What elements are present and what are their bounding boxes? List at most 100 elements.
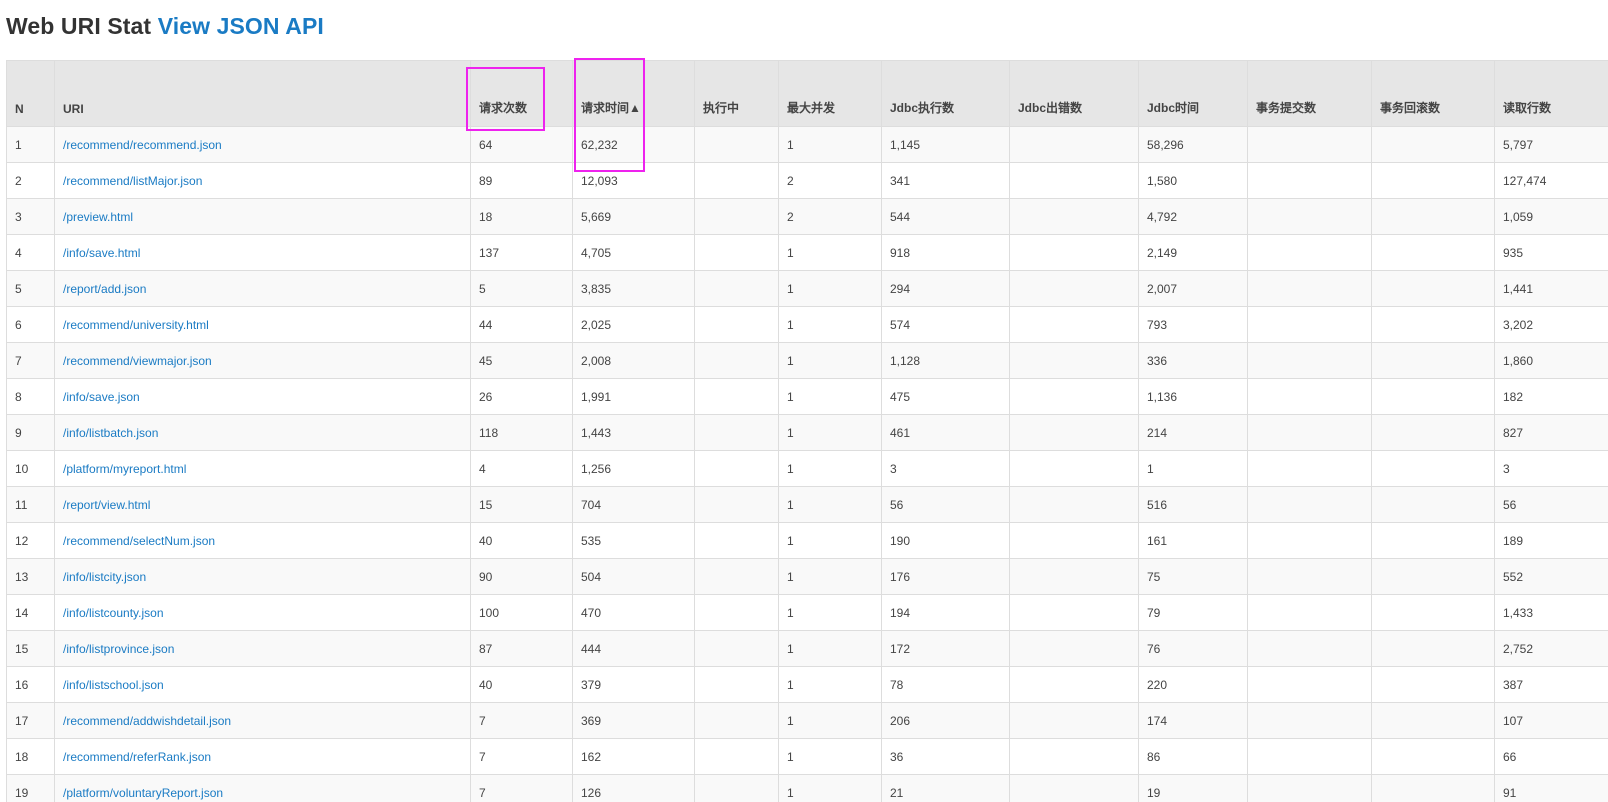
cell-read-row-count: 1,433 xyxy=(1494,594,1608,631)
cell-n: 19 xyxy=(6,774,55,802)
uri-link[interactable]: /recommend/referRank.json xyxy=(63,750,211,764)
uri-link[interactable]: /info/listcity.json xyxy=(63,570,146,584)
cell-read-row-count: 1,059 xyxy=(1494,198,1608,235)
cell-jdbc-error-count xyxy=(1009,378,1139,415)
uri-link[interactable]: /preview.html xyxy=(63,210,133,224)
cell-tx-rollback-count xyxy=(1371,774,1495,802)
cell-jdbc-error-count xyxy=(1009,342,1139,379)
uri-link[interactable]: /recommend/listMajor.json xyxy=(63,174,202,188)
uri-link[interactable]: /info/listschool.json xyxy=(63,678,164,692)
table-row: 19/platform/voluntaryReport.json 7 126 1 21 1… xyxy=(6,774,1608,802)
cell-jdbc-error-count xyxy=(1009,594,1139,631)
cell-request-count: 90 xyxy=(470,558,573,595)
column-header-tx-commit-count[interactable]: 事务提交数 xyxy=(1247,60,1372,127)
cell-request-time: 2,025 xyxy=(572,306,695,343)
table-row: 4/info/save.html 137 4,705 1 918 2,149 935 xyxy=(6,234,1608,271)
cell-executing xyxy=(694,342,779,379)
cell-read-row-count: 1,860 xyxy=(1494,342,1608,379)
cell-max-concurrent: 1 xyxy=(778,738,882,775)
column-header-jdbc-exec-count[interactable]: Jdbc执行数 xyxy=(881,60,1010,127)
cell-uri: /info/save.json xyxy=(54,378,471,415)
cell-jdbc-error-count xyxy=(1009,666,1139,703)
cell-max-concurrent: 1 xyxy=(778,270,882,307)
column-header-uri[interactable]: URI xyxy=(54,60,471,127)
uri-link[interactable]: /report/view.html xyxy=(63,498,150,512)
uri-link[interactable]: /info/save.json xyxy=(63,390,140,404)
page: Web URI Stat View JSON API N URI 请求次数 请求时间▲… xyxy=(0,0,1608,802)
cell-n: 18 xyxy=(6,738,55,775)
cell-read-row-count: 5,797 xyxy=(1494,126,1608,163)
cell-request-count: 100 xyxy=(470,594,573,631)
cell-jdbc-exec-count: 21 xyxy=(881,774,1010,802)
cell-jdbc-exec-count: 574 xyxy=(881,306,1010,343)
cell-n: 14 xyxy=(6,594,55,631)
uri-stat-table-wrap: N URI 请求次数 请求时间▲ 执行中 最大并发 Jdbc执行数 Jdbc出错数 Jdbc时间… xyxy=(6,60,1608,802)
uri-link[interactable]: /info/listbatch.json xyxy=(63,426,158,440)
uri-link[interactable]: /platform/voluntaryReport.json xyxy=(63,786,223,800)
uri-link[interactable]: /info/save.html xyxy=(63,246,140,260)
cell-tx-rollback-count xyxy=(1371,342,1495,379)
cell-tx-commit-count xyxy=(1247,126,1372,163)
table-row: 13/info/listcity.json 90 504 1 176 75 552 xyxy=(6,558,1608,595)
table-row: 1/recommend/recommend.json 64 62,232 1 1,145… xyxy=(6,126,1608,163)
cell-executing xyxy=(694,306,779,343)
cell-read-row-count: 827 xyxy=(1494,414,1608,451)
table-row: 3/preview.html 18 5,669 2 544 4,792 1,059 xyxy=(6,198,1608,235)
cell-max-concurrent: 1 xyxy=(778,450,882,487)
cell-request-time: 2,008 xyxy=(572,342,695,379)
cell-executing xyxy=(694,198,779,235)
cell-max-concurrent: 1 xyxy=(778,126,882,163)
column-header-request-count[interactable]: 请求次数 xyxy=(470,60,573,127)
column-header-request-time[interactable]: 请求时间▲ xyxy=(572,60,695,127)
cell-tx-commit-count xyxy=(1247,738,1372,775)
cell-jdbc-time: 1,580 xyxy=(1138,162,1248,199)
cell-jdbc-exec-count: 3 xyxy=(881,450,1010,487)
cell-jdbc-error-count xyxy=(1009,234,1139,271)
cell-read-row-count: 91 xyxy=(1494,774,1608,802)
uri-link[interactable]: /recommend/selectNum.json xyxy=(63,534,215,548)
column-header-n[interactable]: N xyxy=(6,60,55,127)
cell-max-concurrent: 1 xyxy=(778,666,882,703)
cell-request-time: 369 xyxy=(572,702,695,739)
cell-request-count: 89 xyxy=(470,162,573,199)
cell-tx-rollback-count xyxy=(1371,630,1495,667)
cell-request-count: 137 xyxy=(470,234,573,271)
cell-request-time: 504 xyxy=(572,558,695,595)
uri-link[interactable]: /recommend/university.html xyxy=(63,318,209,332)
column-header-tx-rollback-count[interactable]: 事务回滚数 xyxy=(1371,60,1495,127)
cell-jdbc-time: 174 xyxy=(1138,702,1248,739)
uri-link[interactable]: /info/listprovince.json xyxy=(63,642,174,656)
cell-max-concurrent: 1 xyxy=(778,702,882,739)
cell-request-count: 45 xyxy=(470,342,573,379)
cell-jdbc-error-count xyxy=(1009,306,1139,343)
cell-max-concurrent: 1 xyxy=(778,522,882,559)
cell-tx-commit-count xyxy=(1247,486,1372,523)
view-json-api-link[interactable]: View JSON API xyxy=(158,13,324,39)
cell-max-concurrent: 1 xyxy=(778,558,882,595)
column-header-max-concurrent[interactable]: 最大并发 xyxy=(778,60,882,127)
cell-jdbc-time: 1,136 xyxy=(1138,378,1248,415)
uri-link[interactable]: /info/listcounty.json xyxy=(63,606,164,620)
cell-uri: /info/listcounty.json xyxy=(54,594,471,631)
cell-jdbc-time: 2,149 xyxy=(1138,234,1248,271)
column-header-jdbc-error-count[interactable]: Jdbc出错数 xyxy=(1009,60,1139,127)
uri-link[interactable]: /report/add.json xyxy=(63,282,146,296)
cell-request-time: 1,991 xyxy=(572,378,695,415)
cell-jdbc-time: 79 xyxy=(1138,594,1248,631)
column-header-jdbc-time[interactable]: Jdbc时间 xyxy=(1138,60,1248,127)
cell-executing xyxy=(694,162,779,199)
cell-max-concurrent: 1 xyxy=(778,594,882,631)
uri-link[interactable]: /recommend/recommend.json xyxy=(63,138,222,152)
column-header-executing[interactable]: 执行中 xyxy=(694,60,779,127)
uri-link[interactable]: /recommend/addwishdetail.json xyxy=(63,714,231,728)
cell-tx-commit-count xyxy=(1247,450,1372,487)
cell-jdbc-time: 19 xyxy=(1138,774,1248,802)
cell-tx-rollback-count xyxy=(1371,738,1495,775)
cell-n: 9 xyxy=(6,414,55,451)
uri-link[interactable]: /recommend/viewmajor.json xyxy=(63,354,212,368)
uri-link[interactable]: /platform/myreport.html xyxy=(63,462,186,476)
cell-executing xyxy=(694,234,779,271)
column-header-read-row-count[interactable]: 读取行数 xyxy=(1494,60,1608,127)
cell-executing xyxy=(694,594,779,631)
cell-jdbc-error-count xyxy=(1009,630,1139,667)
